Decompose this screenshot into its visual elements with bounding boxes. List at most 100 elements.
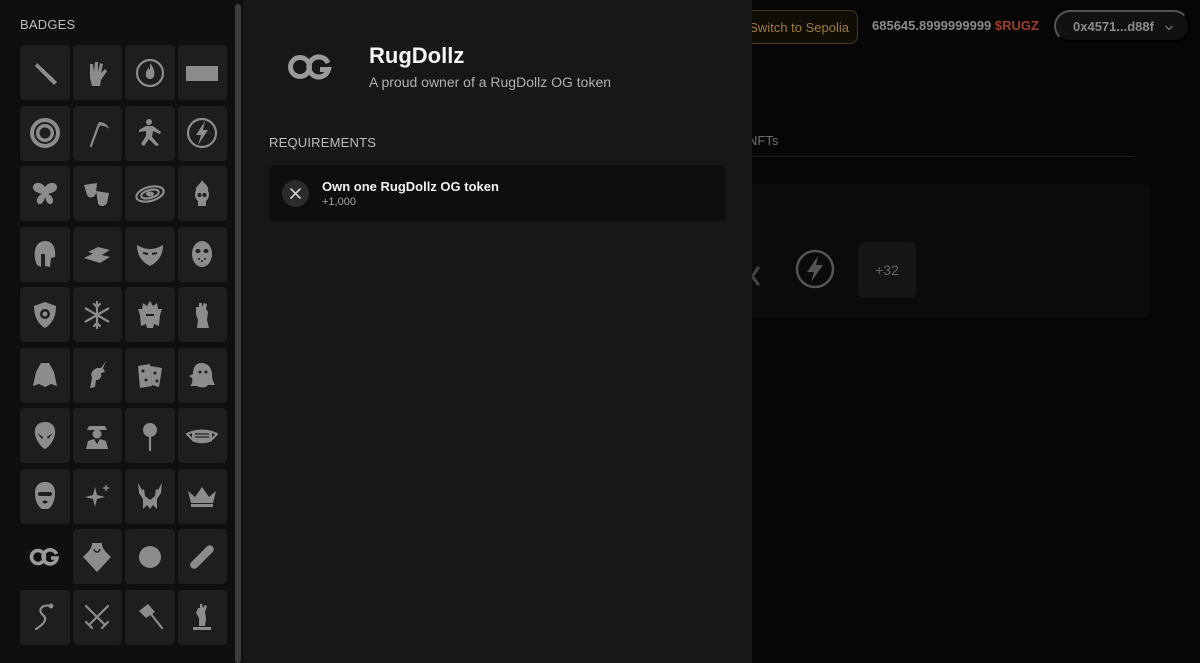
badge-tile[interactable] [177, 105, 227, 161]
snake-icon [34, 603, 54, 631]
badge-tile[interactable] [72, 287, 122, 342]
circle-icon [138, 545, 161, 568]
crossed-swords-icon [85, 604, 110, 630]
badge-grid [20, 45, 227, 645]
balance-amount: 685645.8999999999 [872, 18, 992, 33]
face-mask-icon [186, 429, 219, 443]
badge-tile[interactable] [20, 105, 70, 161]
requirement-status [282, 180, 309, 207]
badge-tile[interactable] [20, 45, 70, 100]
requirement-item: Own one RugDollz OG token +1,000 [269, 165, 726, 221]
alien-icon [34, 421, 55, 449]
badge-tile[interactable] [125, 105, 175, 161]
hockey-mask-icon [192, 241, 213, 267]
lightning-icon [795, 249, 835, 289]
og-icon [29, 547, 59, 566]
more-badges-count[interactable]: +32 [858, 242, 916, 298]
tab-nfts[interactable]: NFTs [748, 133, 778, 148]
badge-tile[interactable] [177, 347, 227, 403]
requirement-label: Own one RugDollz OG token [322, 179, 499, 194]
skateboard-icon [190, 544, 215, 569]
sparkles-icon [85, 484, 111, 507]
badge-tile[interactable] [72, 105, 122, 161]
viking-mask-icon [136, 245, 163, 266]
requirement-points: +1,000 [322, 196, 356, 208]
badge-tile[interactable] [72, 589, 122, 645]
badge-tile[interactable] [72, 468, 122, 524]
badges-panel-title: BADGES [20, 17, 76, 32]
balaclava-icon [34, 482, 55, 509]
badge-tile[interactable] [125, 589, 175, 645]
badge-tile[interactable] [72, 347, 122, 403]
badge-tile[interactable] [72, 529, 122, 584]
requirements-heading: REQUIREMENTS [269, 135, 377, 150]
balance-symbol: $RUGZ [994, 18, 1039, 33]
badge-tile[interactable] [72, 408, 122, 463]
badge-tile[interactable] [177, 408, 227, 463]
badge-tile[interactable] [20, 589, 70, 645]
badge-tile[interactable] [125, 287, 175, 342]
theater-masks-icon [84, 182, 110, 206]
badge-tile[interactable] [177, 589, 227, 645]
flame-circle-icon [135, 58, 164, 87]
badge-tile[interactable] [125, 468, 175, 524]
og-logo-icon [288, 54, 332, 80]
flaming-skull-icon [195, 179, 210, 206]
badge-tile[interactable] [125, 408, 175, 463]
badges-preview-card: +32 [700, 184, 1150, 318]
wallet-address: 0x4571...d88f [1073, 18, 1154, 34]
badge-tile[interactable] [20, 287, 70, 342]
badge-tile[interactable] [20, 408, 70, 463]
badge-tile[interactable] [20, 166, 70, 221]
unicorn-icon [90, 361, 107, 388]
snowflake-icon [84, 300, 110, 329]
wallet-button[interactable]: 0x4571...d88f [1054, 10, 1190, 42]
badge-tile[interactable] [177, 45, 227, 100]
tribal-headdress-icon [137, 300, 162, 328]
badge-tile[interactable] [20, 226, 70, 282]
galaxy-icon [135, 184, 165, 203]
badge-tile[interactable] [72, 166, 122, 221]
dice-icon [137, 364, 162, 388]
police-badge-icon [33, 301, 56, 328]
badge-tile[interactable] [125, 529, 175, 584]
badge-tile[interactable] [177, 468, 227, 524]
scythe-icon [90, 122, 110, 148]
gold-bars-icon [84, 247, 111, 263]
badge-tile[interactable] [177, 226, 227, 282]
ghost-icon [189, 363, 216, 388]
badge-tile-selected[interactable] [20, 529, 70, 584]
badge-tile[interactable] [72, 45, 122, 100]
gauntlet-icon [196, 302, 210, 328]
knife-icon [34, 62, 57, 85]
card-icon [186, 65, 219, 81]
badge-detail-panel: RugDollz A proud owner of a RugDollz OG … [243, 0, 752, 663]
ninja-icon [138, 119, 161, 146]
spartan-helmet-icon [34, 241, 55, 267]
badge-tile[interactable] [20, 468, 70, 524]
close-icon [290, 188, 301, 199]
switch-network-button[interactable]: Switch to Sepolia [740, 10, 858, 44]
vortex-icon [29, 118, 60, 148]
badge-tile[interactable] [177, 529, 227, 584]
app-root: Switch to Sepolia 685645.8999999999 $RUG… [0, 0, 1200, 663]
cape-icon [32, 363, 57, 387]
badge-title: RugDollz [369, 43, 465, 68]
glove-icon [90, 61, 108, 86]
badge-tile[interactable] [125, 226, 175, 282]
badge-tile[interactable] [125, 166, 175, 221]
lightning-icon [187, 117, 218, 149]
chevron-down-icon [1165, 25, 1173, 31]
badges-panel: BADGES [0, 0, 243, 663]
butterfly-icon [32, 182, 57, 204]
badge-tile[interactable] [72, 226, 122, 282]
badge-tile[interactable] [177, 166, 227, 221]
badge-tile[interactable] [20, 347, 70, 403]
badge-tile[interactable] [125, 45, 175, 100]
bandana-icon [83, 542, 112, 572]
crown-icon [188, 487, 217, 507]
badge-tile[interactable] [125, 347, 175, 403]
hammer-icon [138, 604, 163, 630]
badge-tile[interactable] [177, 287, 227, 342]
badge-panel-scrollbar[interactable] [235, 4, 241, 663]
